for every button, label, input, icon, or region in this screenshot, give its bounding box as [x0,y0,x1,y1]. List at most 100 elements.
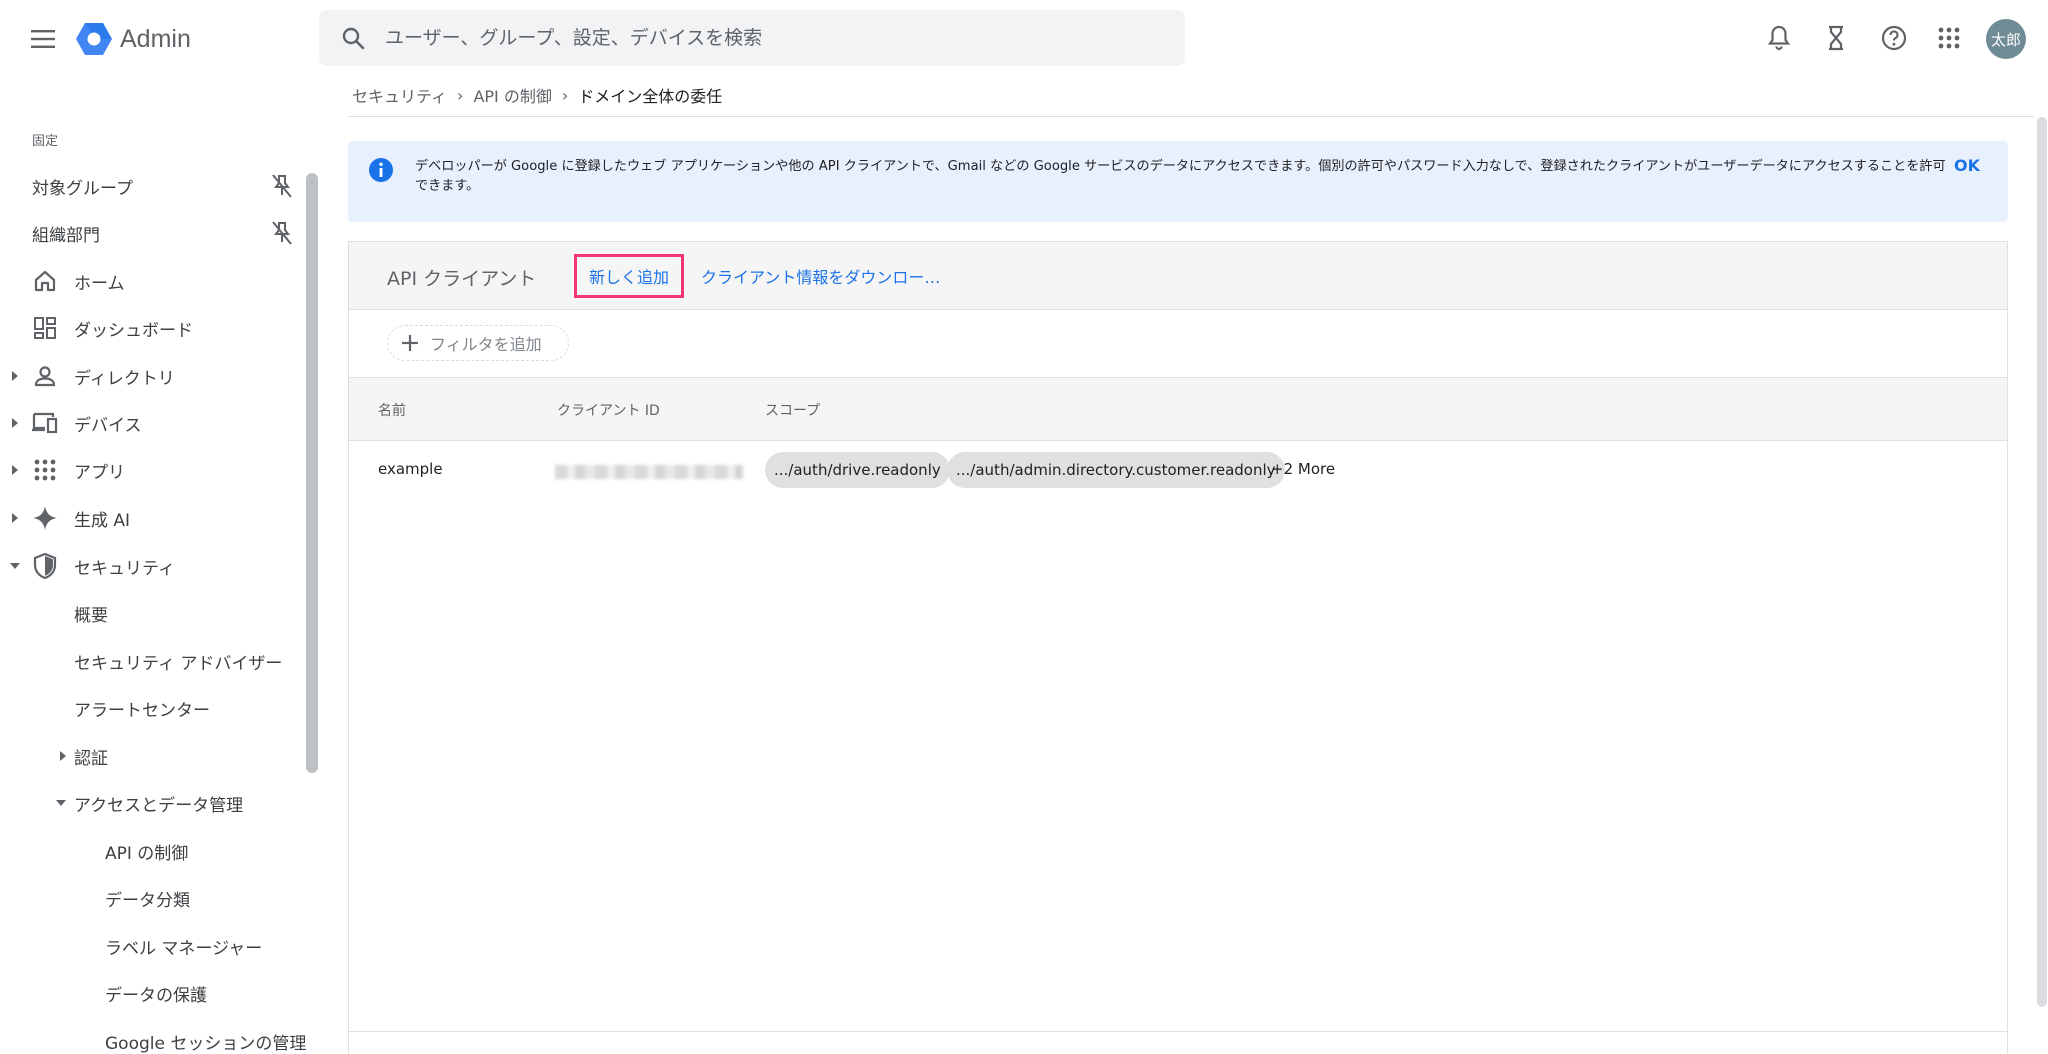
sidebar-item-label: データ分類 [105,890,190,911]
main-scrollbar[interactable] [2037,117,2047,1007]
column-header-name[interactable]: 名前 [378,400,406,420]
add-new-button[interactable]: 新しく追加 [574,254,684,298]
download-client-info-link[interactable]: クライアント情報をダウンロー… [701,264,940,288]
sidebar-item-label: ホーム [74,273,125,294]
person-icon [32,363,58,389]
sidebar: 固定 対象グループ 組織部門 ホーム ダッシュボード ディレクトリ デバイス ア… [0,78,320,1054]
breadcrumb: セキュリティ › API の制御 › ドメイン全体の委任 [352,82,722,108]
sidebar-item-home[interactable]: ホーム [0,259,310,303]
sidebar-item-devices[interactable]: デバイス [0,401,310,445]
client-name: example [378,460,443,478]
search-bar[interactable] [319,10,1185,66]
devices-icon [32,410,58,436]
search-input[interactable] [385,27,1145,49]
sidebar-item-directory[interactable]: ディレクトリ [0,354,310,398]
api-clients-panel: API クライアント 新しく追加 クライアント情報をダウンロー… フィルタを追加… [348,241,2008,1054]
caret-down-icon [10,561,20,571]
banner-ok-button[interactable]: OK [1954,156,1980,175]
sparkle-icon [32,505,58,531]
tasks-button[interactable] [1820,18,1852,58]
sidebar-item-label: 対象グループ [32,178,133,199]
sidebar-item-security-advisor[interactable]: セキュリティ アドバイザー [0,639,310,683]
sidebar-item-label: ラベル マネージャー [105,938,263,959]
sidebar-item-label: 認証 [74,748,108,769]
column-header-scope[interactable]: スコープ [765,400,820,420]
sidebar-item-label: デバイス [74,415,142,436]
caret-down-icon [56,798,66,808]
sidebar-item-label: ダッシュボード [74,320,193,341]
caret-right-icon [10,465,20,475]
sidebar-item-label: セキュリティ [74,558,175,579]
sidebar-item-dashboard[interactable]: ダッシュボード [0,306,310,350]
sidebar-item-label: 組織部門 [32,225,100,246]
sidebar-item-access-data[interactable]: アクセスとデータ管理 [0,781,310,825]
top-bar: Admin 太郎 [0,0,2048,78]
filter-row: フィルタを追加 [349,310,2007,378]
sidebar-item-google-session[interactable]: Google セッションの管理 [0,1019,310,1054]
unpin-icon[interactable] [268,219,296,247]
sidebar-item-org-units[interactable]: 組織部門 [0,211,310,255]
info-banner: デベロッパーが Google に登録したウェブ アプリケーションや他の API … [348,141,2008,222]
search-icon [339,24,367,52]
admin-logo[interactable]: Admin [76,20,191,58]
hourglass-icon [1829,25,1843,51]
table-header: 名前 クライアント ID スコープ [349,378,2007,441]
breadcrumb-security[interactable]: セキュリティ [352,83,447,107]
scope-chip: .../auth/admin.directory.customer.readon… [947,452,1285,488]
client-id-redacted [555,465,743,479]
notifications-button[interactable] [1763,18,1795,58]
sidebar-item-api-controls[interactable]: API の制御 [0,829,310,873]
sidebar-item-authentication[interactable]: 認証 [0,734,310,778]
sidebar-item-data-classification[interactable]: データ分類 [0,876,310,920]
sidebar-item-data-protection[interactable]: データの保護 [0,971,310,1015]
sidebar-item-label: アラートセンター [74,700,210,721]
plus-icon [400,333,420,353]
sidebar-item-label: 生成 AI [74,510,131,531]
logo-text: Admin [120,24,191,53]
breadcrumb-current: ドメイン全体の委任 [578,87,723,106]
divider [348,116,2034,117]
help-icon [1881,25,1907,51]
panel-title: API クライアント [387,268,537,290]
sidebar-scrollbar[interactable] [306,173,318,773]
chevron-right-icon: › [561,85,569,105]
scope-chip: .../auth/drive.readonly [765,452,950,488]
avatar[interactable]: 太郎 [1986,19,2026,59]
main-menu-button[interactable] [24,22,62,56]
sidebar-item-label: Google セッションの管理 [105,1033,307,1054]
sidebar-item-label-manager[interactable]: ラベル マネージャー [0,924,310,968]
sidebar-item-label: セキュリティ アドバイザー [74,653,283,674]
banner-text: デベロッパーが Google に登録したウェブ アプリケーションや他の API … [415,157,1946,193]
panel-header: API クライアント 新しく追加 クライアント情報をダウンロー… [349,242,2007,310]
sidebar-item-gen-ai[interactable]: 生成 AI [0,496,310,540]
sidebar-item-security[interactable]: セキュリティ [0,544,310,588]
sidebar-item-target-groups[interactable]: 対象グループ [0,164,310,208]
add-filter-button[interactable]: フィルタを追加 [387,325,569,361]
divider [349,1031,2007,1032]
caret-right-icon [10,513,20,523]
google-admin-logo-icon [76,23,112,55]
column-header-client-id[interactable]: クライアント ID [557,400,660,420]
sidebar-item-alert-center[interactable]: アラートセンター [0,686,310,730]
pinned-section-label: 固定 [32,134,59,149]
apps-button[interactable] [1933,18,1965,58]
bell-icon [1767,25,1791,51]
apps-grid-icon [32,457,58,483]
unpin-icon[interactable] [268,172,296,200]
info-icon [369,158,393,182]
caret-right-icon [10,371,20,381]
sidebar-item-label: API の制御 [105,843,189,864]
help-button[interactable] [1878,18,1910,58]
more-scopes-link[interactable]: +2 More [1271,460,1335,478]
apps-grid-icon [1938,27,1960,49]
sidebar-item-label: 概要 [74,605,108,626]
sidebar-item-label: アクセスとデータ管理 [74,795,244,816]
breadcrumb-api-controls[interactable]: API の制御 [473,83,551,107]
sidebar-item-label: アプリ [74,462,125,483]
sidebar-item-apps[interactable]: アプリ [0,448,310,492]
sidebar-item-overview[interactable]: 概要 [0,591,310,635]
caret-right-icon [10,418,20,428]
home-icon [32,268,58,294]
table-row[interactable]: example .../auth/drive.readonly .../auth… [349,441,2007,501]
sidebar-item-label: データの保護 [105,985,207,1006]
